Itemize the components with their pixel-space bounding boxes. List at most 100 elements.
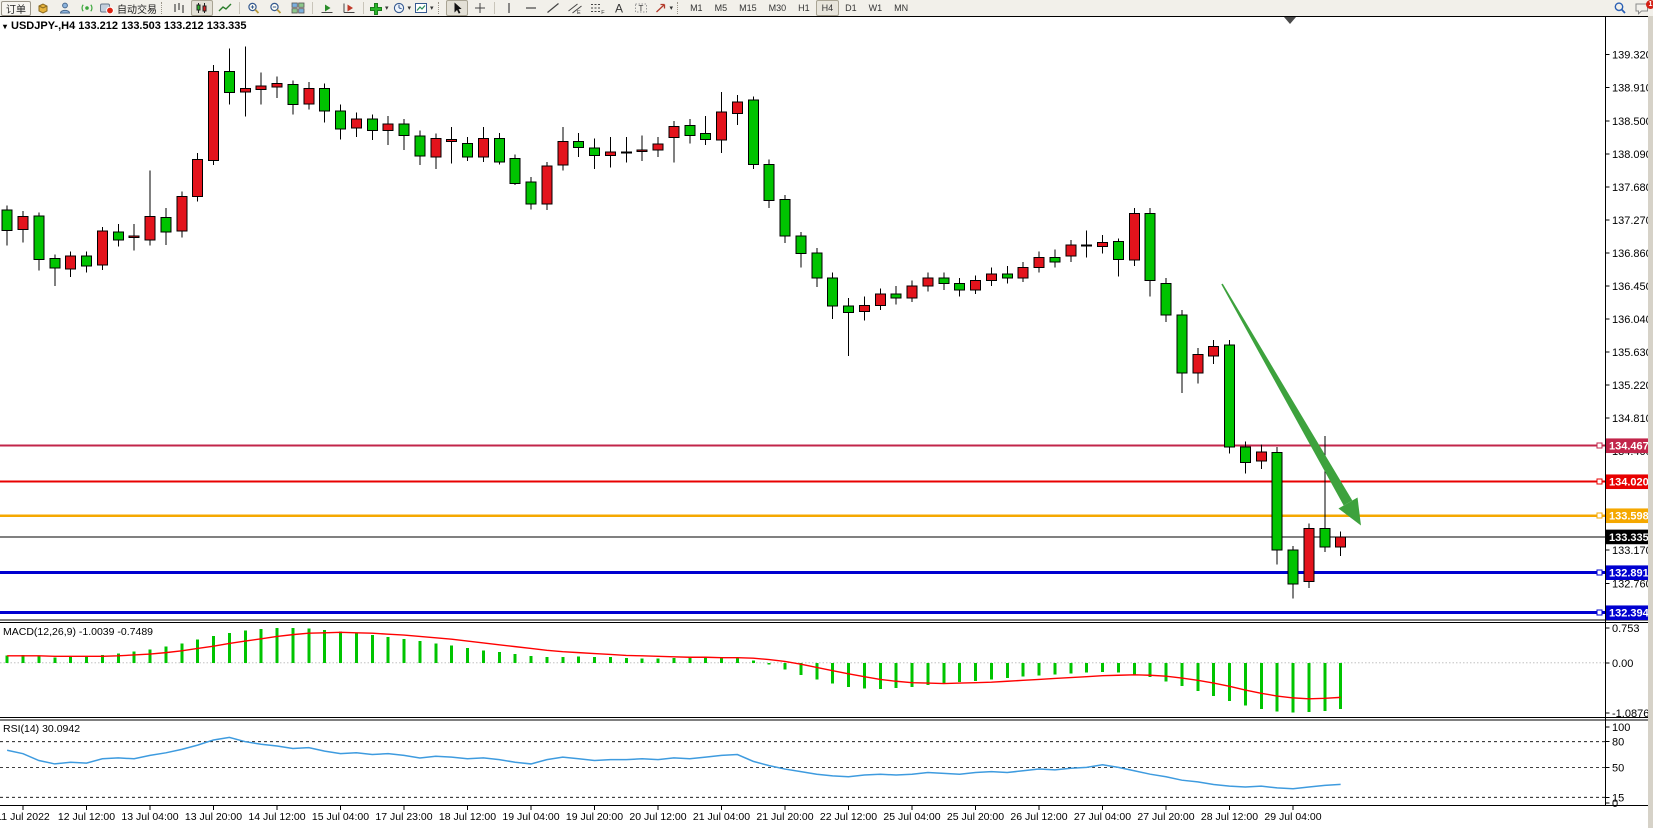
zoom-in-button[interactable] bbox=[244, 1, 264, 15]
hline-drag-handle[interactable] bbox=[1597, 513, 1602, 518]
svg-text:132.394: 132.394 bbox=[1609, 608, 1650, 620]
indicators-button[interactable]: ▾ bbox=[368, 1, 389, 15]
svg-text:100: 100 bbox=[1612, 722, 1630, 734]
timeframe-button-mn[interactable]: MN bbox=[888, 0, 914, 16]
svg-text:136.450: 136.450 bbox=[1612, 281, 1652, 293]
svg-text:135.220: 135.220 bbox=[1612, 380, 1652, 392]
svg-text:E: E bbox=[577, 10, 581, 15]
autotrading-button[interactable]: 自动交易 bbox=[99, 1, 157, 15]
svg-text:50: 50 bbox=[1612, 762, 1624, 774]
line-chart-type-button[interactable] bbox=[215, 1, 235, 15]
periods-button[interactable]: ▾ bbox=[391, 1, 412, 15]
toolbar-separator bbox=[494, 2, 495, 14]
hline-drag-handle[interactable] bbox=[1597, 479, 1602, 484]
hline-drag-handle[interactable] bbox=[1597, 570, 1602, 575]
trendline-button[interactable] bbox=[543, 1, 563, 15]
fibonacci-button[interactable]: F bbox=[587, 1, 607, 15]
svg-text:18 Jul 12:00: 18 Jul 12:00 bbox=[439, 811, 496, 823]
toolbar-grip bbox=[161, 2, 165, 14]
chart-canvas[interactable]: 139.320 138.910 138.500 138.090 137.680 137.2… bbox=[0, 16, 1653, 828]
svg-text:0: 0 bbox=[1612, 798, 1618, 810]
timeframe-button-m5[interactable]: M5 bbox=[709, 0, 734, 16]
tile-windows-button[interactable] bbox=[288, 1, 308, 15]
price-tag-132.394[interactable]: 132.394 bbox=[1606, 605, 1651, 620]
svg-text:138.910: 138.910 bbox=[1612, 83, 1652, 95]
bid-price-tag[interactable]: 133.335 bbox=[1606, 530, 1651, 545]
svg-text:133.335: 133.335 bbox=[1609, 532, 1649, 544]
zoom-out-button[interactable] bbox=[266, 1, 286, 15]
chart-title: ▾ USDJPY-,H4 133.212 133.503 133.212 133.… bbox=[3, 20, 246, 32]
timeframe-button-d1[interactable]: D1 bbox=[839, 0, 863, 16]
macd-indicator-label: MACD(12,26,9) -1.0039 -0.7489 bbox=[3, 626, 153, 638]
market-watch-icon[interactable] bbox=[33, 1, 53, 15]
svg-text:29 Jul 04:00: 29 Jul 04:00 bbox=[1264, 811, 1321, 823]
svg-text:138.090: 138.090 bbox=[1612, 149, 1652, 161]
svg-text:25 Jul 20:00: 25 Jul 20:00 bbox=[947, 811, 1004, 823]
svg-text:134.467: 134.467 bbox=[1609, 441, 1649, 453]
profile-icon[interactable] bbox=[55, 1, 75, 15]
price-tag-134.467[interactable]: 134.467 bbox=[1606, 438, 1651, 453]
svg-text:27 Jul 20:00: 27 Jul 20:00 bbox=[1137, 811, 1194, 823]
signals-icon[interactable] bbox=[77, 1, 97, 15]
timeframe-button-m15[interactable]: M15 bbox=[733, 0, 763, 16]
candlestick-type-button[interactable] bbox=[191, 0, 213, 16]
crosshair-button[interactable] bbox=[470, 1, 490, 15]
horizontal-line-button[interactable] bbox=[521, 1, 541, 15]
svg-text:0.753: 0.753 bbox=[1612, 623, 1640, 635]
svg-text:17 Jul 23:00: 17 Jul 23:00 bbox=[375, 811, 432, 823]
auto-scroll-button[interactable] bbox=[317, 1, 337, 15]
toolbar-grip bbox=[677, 2, 681, 14]
svg-text:133.170: 133.170 bbox=[1612, 545, 1652, 557]
svg-text:13 Jul 04:00: 13 Jul 04:00 bbox=[121, 811, 178, 823]
price-tag-133.598[interactable]: 133.598 bbox=[1606, 508, 1651, 523]
svg-text:137.680: 137.680 bbox=[1612, 182, 1652, 194]
svg-text:138.500: 138.500 bbox=[1612, 116, 1652, 128]
svg-text:136.860: 136.860 bbox=[1612, 248, 1652, 260]
equidistant-channel-button[interactable]: E bbox=[565, 1, 585, 15]
timeframe-button-h1[interactable]: H1 bbox=[792, 0, 816, 16]
timeframe-button-m1[interactable]: M1 bbox=[684, 0, 709, 16]
svg-text:132.760: 132.760 bbox=[1612, 578, 1652, 590]
search-icon[interactable] bbox=[1610, 1, 1630, 15]
svg-text:136.040: 136.040 bbox=[1612, 314, 1652, 326]
text-button[interactable]: A bbox=[609, 1, 629, 15]
vertical-line-button[interactable] bbox=[499, 1, 519, 15]
price-tag-134.020[interactable]: 134.020 bbox=[1606, 474, 1651, 489]
svg-text:20 Jul 12:00: 20 Jul 12:00 bbox=[629, 811, 686, 823]
svg-text:19 Jul 04:00: 19 Jul 04:00 bbox=[502, 811, 559, 823]
svg-text:133.598: 133.598 bbox=[1609, 511, 1649, 523]
hline-drag-handle[interactable] bbox=[1597, 443, 1602, 448]
toolbar-separator bbox=[239, 2, 240, 14]
svg-text:132.891: 132.891 bbox=[1609, 568, 1649, 580]
svg-text:135.630: 135.630 bbox=[1612, 347, 1652, 359]
timeframe-button-h4[interactable]: H4 bbox=[816, 0, 840, 16]
mt4-terminal-window: 订单自动交易▾▾▾EFAT▾M1M5M15M30H1H4D1W1MN1 ▾USD… bbox=[0, 0, 1653, 828]
hline-drag-handle[interactable] bbox=[1597, 610, 1602, 615]
main-toolbar: 订单自动交易▾▾▾EFAT▾M1M5M15M30H1H4D1W1MN1 bbox=[0, 0, 1653, 16]
svg-text:T: T bbox=[638, 4, 643, 13]
toolbar-separator bbox=[312, 2, 313, 14]
svg-text:21 Jul 20:00: 21 Jul 20:00 bbox=[756, 811, 813, 823]
notifications-icon[interactable]: 1 bbox=[1632, 1, 1652, 15]
svg-text:28 Jul 12:00: 28 Jul 12:00 bbox=[1201, 811, 1258, 823]
timeframe-button-w1[interactable]: W1 bbox=[863, 0, 889, 16]
svg-text:22 Jul 12:00: 22 Jul 12:00 bbox=[820, 811, 877, 823]
cursor-button[interactable] bbox=[446, 0, 468, 16]
arrows-button[interactable]: ▾ bbox=[653, 1, 674, 15]
svg-text:137.270: 137.270 bbox=[1612, 215, 1652, 227]
label-button[interactable]: T bbox=[631, 1, 651, 15]
toolbar-separator bbox=[363, 2, 364, 14]
svg-text:19 Jul 20:00: 19 Jul 20:00 bbox=[566, 811, 623, 823]
svg-text:134.020: 134.020 bbox=[1609, 477, 1649, 489]
timeframe-button-m30[interactable]: M30 bbox=[763, 0, 793, 16]
price-tag-132.891[interactable]: 132.891 bbox=[1606, 565, 1651, 580]
chart-title-text: USDJPY-,H4 133.212 133.503 133.212 133.3… bbox=[11, 20, 246, 32]
svg-text:139.320: 139.320 bbox=[1612, 50, 1652, 62]
symbol-marker-icon: ▾ bbox=[3, 22, 7, 31]
bar-chart-type-button[interactable] bbox=[169, 1, 189, 15]
chart-shift-button[interactable] bbox=[339, 1, 359, 15]
templates-button[interactable]: ▾ bbox=[413, 1, 434, 15]
new-order-button[interactable]: 订单 bbox=[1, 1, 31, 15]
window-edge-scrollbar[interactable] bbox=[1648, 16, 1653, 828]
svg-text:12 Jul 12:00: 12 Jul 12:00 bbox=[58, 811, 115, 823]
